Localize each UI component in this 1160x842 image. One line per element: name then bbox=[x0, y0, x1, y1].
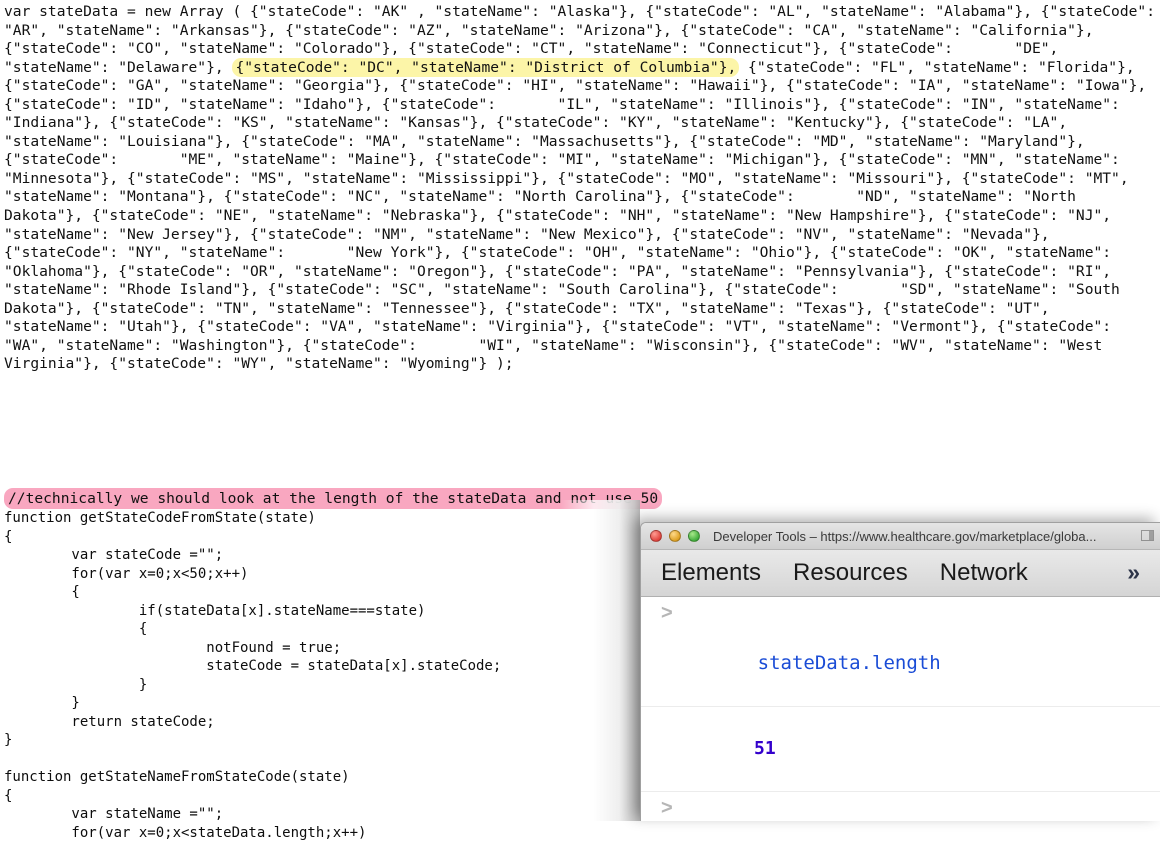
tab-elements[interactable]: Elements bbox=[661, 559, 761, 587]
console-prompt-icon: > bbox=[661, 797, 673, 819]
console-entry-input: > getStateCodeFromState("Wyoming") bbox=[641, 792, 1160, 821]
console-entry-text: stateData.length bbox=[757, 652, 941, 674]
window-controls[interactable] bbox=[650, 530, 700, 542]
more-panels-chevron-icon[interactable]: » bbox=[1127, 561, 1140, 584]
pink-highlighted-comment-line: //technically we should look at the leng… bbox=[4, 488, 663, 509]
devtools-titlebar[interactable]: Developer Tools – https://www.healthcare… bbox=[641, 523, 1160, 550]
dc-entry-yellow-highlight: {"stateCode": "DC", "stateName": "Distri… bbox=[232, 57, 740, 77]
devtools-panel-tabs[interactable]: Elements Resources Network » bbox=[641, 550, 1160, 597]
window-title: Developer Tools – https://www.healthcare… bbox=[713, 528, 1097, 544]
dock-to-side-icon[interactable] bbox=[1141, 530, 1154, 541]
console-entry-output: 51 bbox=[641, 707, 1160, 792]
console-panel[interactable]: > stateData.length 51 > getStateCodeFrom… bbox=[641, 597, 1160, 821]
console-prompt-icon: > bbox=[661, 602, 673, 624]
tab-resources[interactable]: Resources bbox=[793, 559, 908, 587]
close-window-icon[interactable] bbox=[650, 530, 662, 542]
minimize-window-icon[interactable] bbox=[669, 530, 681, 542]
state-data-source-block: var stateData = new Array ( {"stateCode"… bbox=[4, 3, 1160, 374]
console-entry-input: > stateData.length bbox=[641, 597, 1160, 707]
developer-tools-window[interactable]: Developer Tools – https://www.healthcare… bbox=[640, 522, 1160, 821]
tab-network[interactable]: Network bbox=[940, 559, 1028, 587]
function-definitions-code: function getStateCodeFromState(state) { … bbox=[4, 510, 502, 841]
console-entry-text: 51 bbox=[754, 738, 776, 759]
state-data-code-after-highlight: {"stateCode": "FL", "stateName": "Florid… bbox=[4, 58, 1156, 373]
maximize-window-icon[interactable] bbox=[688, 530, 700, 542]
comment-text: //technically we should look at the leng… bbox=[4, 488, 663, 509]
